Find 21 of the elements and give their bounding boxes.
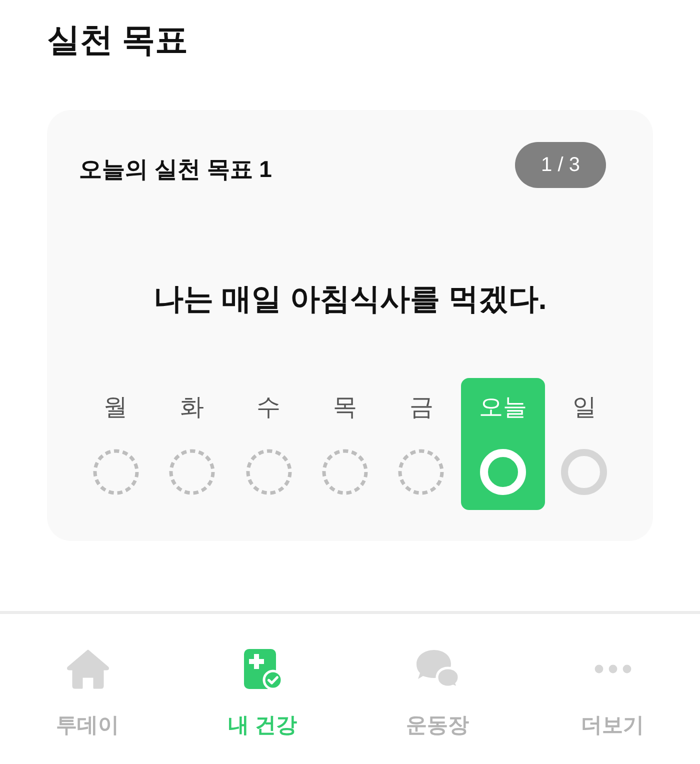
goal-text: 나는 매일 아침식사를 먹겠다. [153,282,547,318]
dashed-circle-icon [322,449,368,495]
page-title: 실천 목표 [47,20,188,60]
ring-icon [561,449,608,495]
dashed-circle-icon [92,449,139,495]
more-dots-icon [594,664,632,674]
chat-bubbles-icon [414,649,460,689]
page-indicator: 1 / 3 [515,142,606,188]
day-button[interactable]: 화 [155,378,229,510]
goal-label: 오늘의 실천 목표 1 [79,155,272,184]
day-button[interactable]: 일 [548,378,621,510]
dashed-circle-icon [246,449,292,495]
day-button[interactable]: 목 [308,378,382,510]
home-icon [66,649,110,689]
day-button[interactable]: 수 [232,378,306,510]
ring-icon [480,449,526,495]
dashed-circle-icon [169,449,216,495]
day-button[interactable]: 금 [384,378,458,510]
day-button[interactable]: 월 [79,378,152,510]
dashed-circle-icon [398,449,444,495]
medical-card-check-icon [242,648,282,690]
